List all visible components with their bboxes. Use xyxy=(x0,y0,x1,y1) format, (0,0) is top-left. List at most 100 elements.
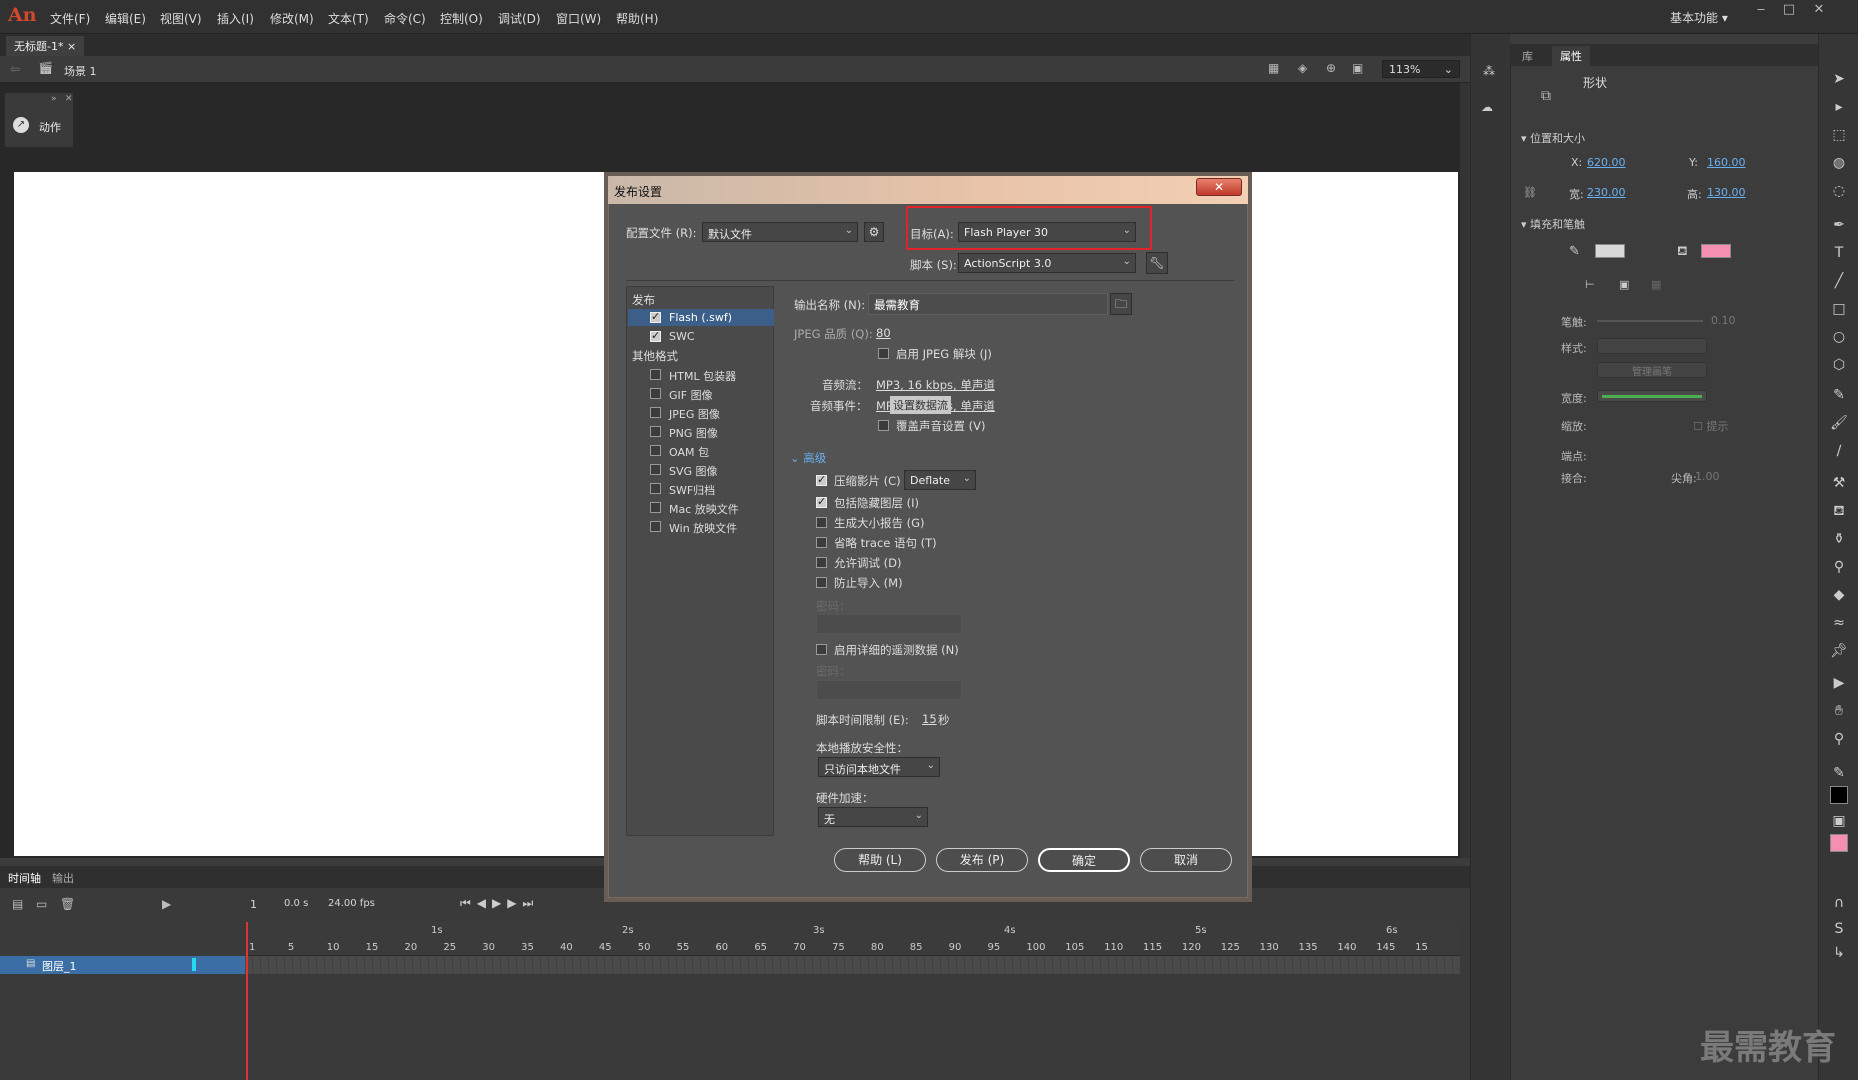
jpeg-deblock-checkbox[interactable] xyxy=(878,348,889,359)
width-profile-select[interactable] xyxy=(1597,390,1707,402)
fill-color-tool-icon[interactable]: ▣ xyxy=(1830,812,1848,830)
compression-select[interactable]: Deflate ⌄ xyxy=(904,470,976,490)
oval-tool-icon[interactable]: ○ xyxy=(1830,328,1848,346)
password-input[interactable] xyxy=(816,614,962,634)
format-checkbox[interactable] xyxy=(650,388,661,399)
manage-brushes-button[interactable]: 管理画笔 xyxy=(1597,362,1707,378)
format-item[interactable]: OAM 包 xyxy=(628,442,774,459)
advanced-section-toggle[interactable]: ⌄ 高级 xyxy=(790,450,826,466)
tab-library[interactable]: 库 xyxy=(1522,48,1533,64)
link-icon[interactable]: ⛓ xyxy=(1523,186,1537,199)
format-checkbox[interactable] xyxy=(650,502,661,513)
override-sound-checkbox[interactable] xyxy=(878,420,889,431)
menu-control[interactable]: 控制(O) xyxy=(440,10,483,27)
layer-name[interactable]: 图层_1 xyxy=(42,958,77,974)
menu-insert[interactable]: 插入(I) xyxy=(217,10,254,27)
cc-libraries-icon[interactable]: ☁ xyxy=(1481,100,1493,114)
fill-stroke-section[interactable]: ▾ 填充和笔触 xyxy=(1521,216,1585,232)
motion-presets-icon[interactable]: ⁂ xyxy=(1483,64,1495,78)
swc-checkbox[interactable] xyxy=(650,329,661,342)
format-item[interactable]: JPEG 图像 xyxy=(628,404,774,421)
compress-checkbox[interactable] xyxy=(816,473,827,486)
audio-stream-value[interactable]: MP3, 16 kbps, 单声道 xyxy=(876,377,995,393)
layer-frames[interactable] xyxy=(245,956,1460,974)
document-tab[interactable]: 无标题-1* × xyxy=(6,36,85,56)
dialog-title-bar[interactable]: 发布设置 xyxy=(608,176,1248,204)
paint-brush-icon[interactable]: 🖌︎ xyxy=(1830,414,1848,432)
stroke-slider[interactable] xyxy=(1597,320,1703,322)
distribute-icon[interactable]: ▣ xyxy=(1619,278,1629,291)
tab-output[interactable]: 输出 xyxy=(52,870,74,886)
hint-checkbox[interactable]: ☐ 提示 xyxy=(1693,418,1728,434)
camera-tool-icon[interactable]: ▶ xyxy=(1830,674,1848,692)
y-value[interactable]: 160.00 xyxy=(1707,156,1746,169)
frame-rate[interactable]: 24.00 fps xyxy=(328,898,375,909)
help-button[interactable]: 帮助 (L) xyxy=(834,848,926,872)
layer-color-swatch[interactable] xyxy=(192,958,196,971)
stage-scrollbar[interactable] xyxy=(1460,83,1470,858)
text-tool-icon[interactable]: T xyxy=(1830,244,1848,262)
menu-debug[interactable]: 调试(D) xyxy=(498,10,541,27)
frame-ruler[interactable]: 1 5 10 15 20 25 30 35 40 45 50 55 60 65 70 75 80 85 90 95 10… xyxy=(245,922,1460,956)
menu-text[interactable]: 文本(T) xyxy=(328,10,369,27)
menu-edit[interactable]: 编辑(E) xyxy=(105,10,146,27)
new-folder-icon[interactable]: ▭ xyxy=(36,897,47,911)
format-item[interactable]: GIF 图像 xyxy=(628,385,774,402)
bone-tool-icon[interactable]: ⚒ xyxy=(1830,474,1848,492)
center-stage-icon[interactable]: ⊕ xyxy=(1326,61,1336,75)
publish-button[interactable]: 发布 (P) xyxy=(936,848,1028,872)
minimize-icon[interactable]: ‒ xyxy=(1748,2,1774,22)
style-select[interactable] xyxy=(1597,338,1707,354)
format-item-swc[interactable]: SWC xyxy=(628,328,774,345)
protect-import-checkbox[interactable] xyxy=(816,577,827,588)
position-size-section[interactable]: ▾ 位置和大小 xyxy=(1521,130,1585,146)
stroke-color-swatch[interactable] xyxy=(1595,244,1625,258)
stroke-color-well[interactable] xyxy=(1830,786,1848,804)
selection-tool-icon[interactable]: ➤ xyxy=(1830,70,1848,88)
eyedropper-icon[interactable]: ⚲ xyxy=(1830,558,1848,576)
format-checkbox[interactable] xyxy=(650,426,661,437)
current-frame[interactable]: 1 xyxy=(250,898,257,911)
include-hidden-checkbox[interactable] xyxy=(816,495,827,508)
menu-modify[interactable]: 修改(M) xyxy=(270,10,314,27)
format-checkbox[interactable] xyxy=(650,445,661,456)
pencil-tool-icon[interactable]: ✎ xyxy=(1830,386,1848,404)
zoom-select[interactable]: 113% ⌄ xyxy=(1382,60,1460,78)
actions-panel-collapsed[interactable]: » ✕ ↗ 动作 xyxy=(4,92,74,148)
menu-file[interactable]: 文件(F) xyxy=(50,10,90,27)
pin-tool-icon[interactable]: 📌︎ xyxy=(1830,642,1848,660)
format-item[interactable]: HTML 包装器 xyxy=(628,366,774,383)
pen-tool-icon[interactable]: ✒ xyxy=(1830,216,1848,234)
close-tab-icon[interactable]: × xyxy=(67,40,76,53)
match-size-icon[interactable]: ▦ xyxy=(1651,278,1661,291)
current-time[interactable]: 0.0 s xyxy=(284,898,308,909)
permit-debug-checkbox[interactable] xyxy=(816,557,827,568)
format-item[interactable]: SWF归档 xyxy=(628,480,774,497)
polystar-tool-icon[interactable]: ⬡ xyxy=(1830,356,1848,374)
delete-layer-icon[interactable]: 🗑︎ xyxy=(60,897,75,911)
camera-icon[interactable]: ▶ xyxy=(162,897,171,911)
fill-color-well[interactable] xyxy=(1830,834,1848,852)
fill-color-swatch[interactable] xyxy=(1701,244,1731,258)
eraser-icon[interactable]: ◆ xyxy=(1830,586,1848,604)
size-report-checkbox[interactable] xyxy=(816,517,827,528)
menu-view[interactable]: 视图(V) xyxy=(160,10,202,27)
clip-content-icon[interactable]: ▣ xyxy=(1352,61,1363,75)
x-value[interactable]: 620.00 xyxy=(1587,156,1626,169)
omit-trace-checkbox[interactable] xyxy=(816,537,827,548)
maximize-icon[interactable]: □ xyxy=(1776,2,1802,22)
format-checkbox[interactable] xyxy=(650,521,661,532)
playback-controls[interactable]: ⏮◀▶▶⏭ xyxy=(460,896,539,911)
close-window-icon[interactable]: ✕ xyxy=(1806,2,1832,22)
line-tool-icon[interactable]: ╱ xyxy=(1830,272,1848,290)
width-tool-icon[interactable]: ≈ xyxy=(1830,614,1848,632)
panel-collapse-icon[interactable]: » xyxy=(51,94,57,104)
smooth-icon[interactable]: S xyxy=(1830,920,1848,938)
workspace-switcher[interactable]: 基本功能 ▾ xyxy=(1670,9,1728,26)
format-checkbox[interactable] xyxy=(650,483,661,494)
rectangle-tool-icon[interactable]: □ xyxy=(1830,300,1848,318)
panel-close-icon[interactable]: ✕ xyxy=(65,94,73,104)
edit-symbol-icon[interactable]: ◈ xyxy=(1298,61,1307,75)
telemetry-checkbox[interactable] xyxy=(816,644,827,655)
stroke-color-tool-icon[interactable]: ✎ xyxy=(1830,764,1848,782)
